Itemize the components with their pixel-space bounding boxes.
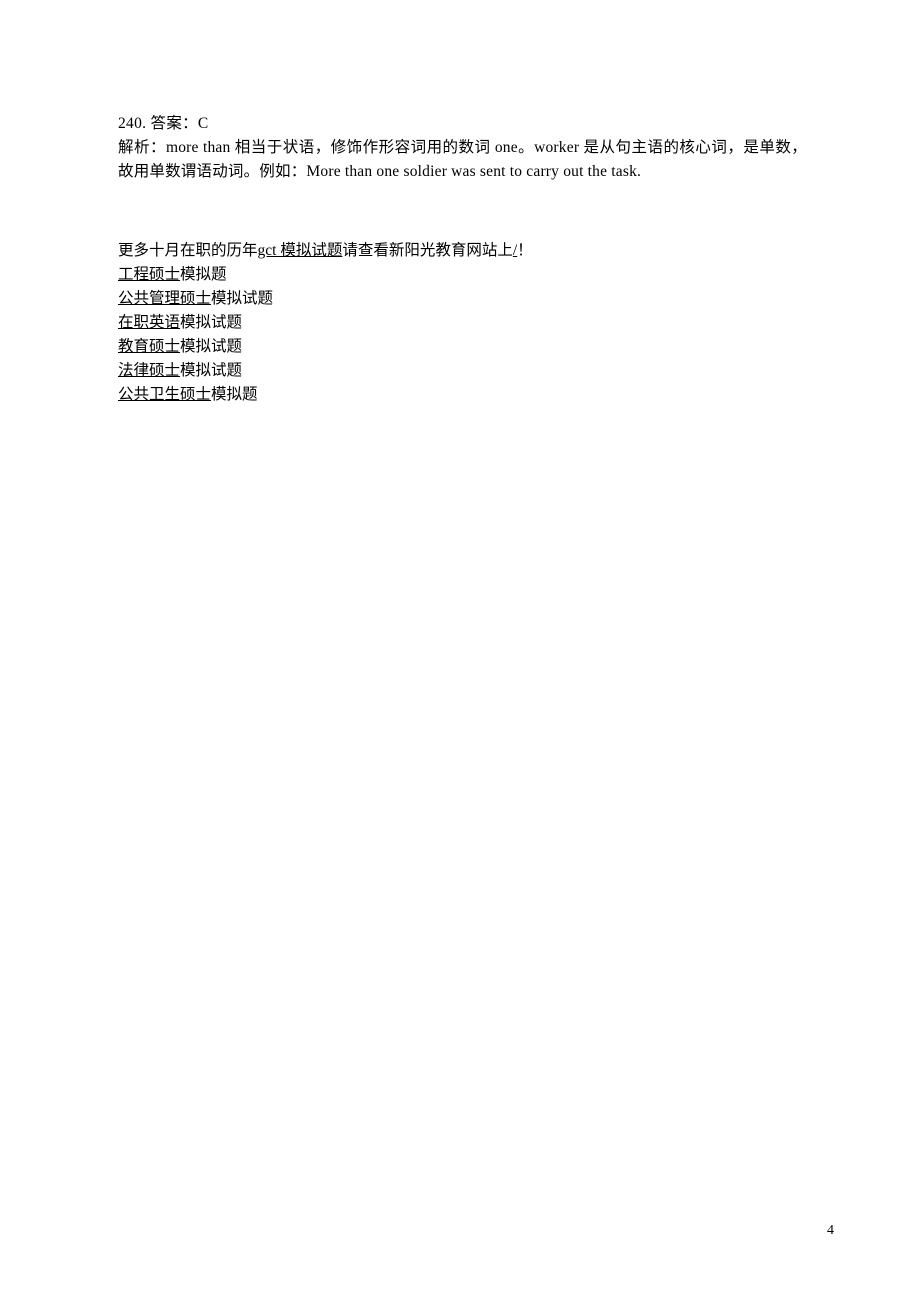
- intro-mid: 请查看新阳光教育网站上: [342, 242, 513, 259]
- link-public-admin-master[interactable]: 公共管理硕士: [118, 290, 211, 307]
- link-item-2: 在职英语模拟试题: [118, 311, 807, 335]
- link-public-health-master[interactable]: 公共卫生硕士: [118, 386, 211, 403]
- document-content: 240. 答案：C 解析：more than 相当于状语，修饰作形容词用的数词 …: [118, 112, 807, 407]
- link-engineering-master[interactable]: 工程硕士: [118, 266, 180, 283]
- link-suffix: 模拟试题: [180, 314, 242, 331]
- link-item-4: 法律硕士模拟试题: [118, 359, 807, 383]
- link-suffix: 模拟试题: [180, 338, 242, 355]
- intro-line: 更多十月在职的历年gct 模拟试题请查看新阳光教育网站上/！: [118, 239, 807, 263]
- explanation-block: 解析：more than 相当于状语，修饰作形容词用的数词 one。worker…: [118, 136, 807, 184]
- intro-prefix: 更多十月在职的历年: [118, 242, 258, 259]
- gct-link[interactable]: gct 模拟试题: [258, 242, 343, 259]
- link-item-0: 工程硕士模拟题: [118, 263, 807, 287]
- link-suffix: 模拟试题: [211, 290, 273, 307]
- answer-value: C: [198, 115, 209, 132]
- intro-suffix: ！: [517, 242, 533, 259]
- page-number: 4: [827, 1223, 834, 1239]
- answer-label: 答案：: [151, 115, 198, 132]
- link-suffix: 模拟题: [180, 266, 227, 283]
- link-item-3: 教育硕士模拟试题: [118, 335, 807, 359]
- link-item-5: 公共卫生硕士模拟题: [118, 383, 807, 407]
- link-education-master[interactable]: 教育硕士: [118, 338, 180, 355]
- link-law-master[interactable]: 法律硕士: [118, 362, 180, 379]
- answer-number: 240.: [118, 115, 146, 132]
- explanation-label: 解析：: [118, 139, 166, 156]
- links-section: 更多十月在职的历年gct 模拟试题请查看新阳光教育网站上/！ 工程硕士模拟题 公…: [118, 239, 807, 407]
- link-suffix: 模拟试题: [180, 362, 242, 379]
- link-suffix: 模拟题: [211, 386, 258, 403]
- link-item-1: 公共管理硕士模拟试题: [118, 287, 807, 311]
- answer-line: 240. 答案：C: [118, 112, 807, 136]
- link-onjob-english[interactable]: 在职英语: [118, 314, 180, 331]
- explanation-text: more than 相当于状语，修饰作形容词用的数词 one。worker 是从…: [118, 139, 807, 180]
